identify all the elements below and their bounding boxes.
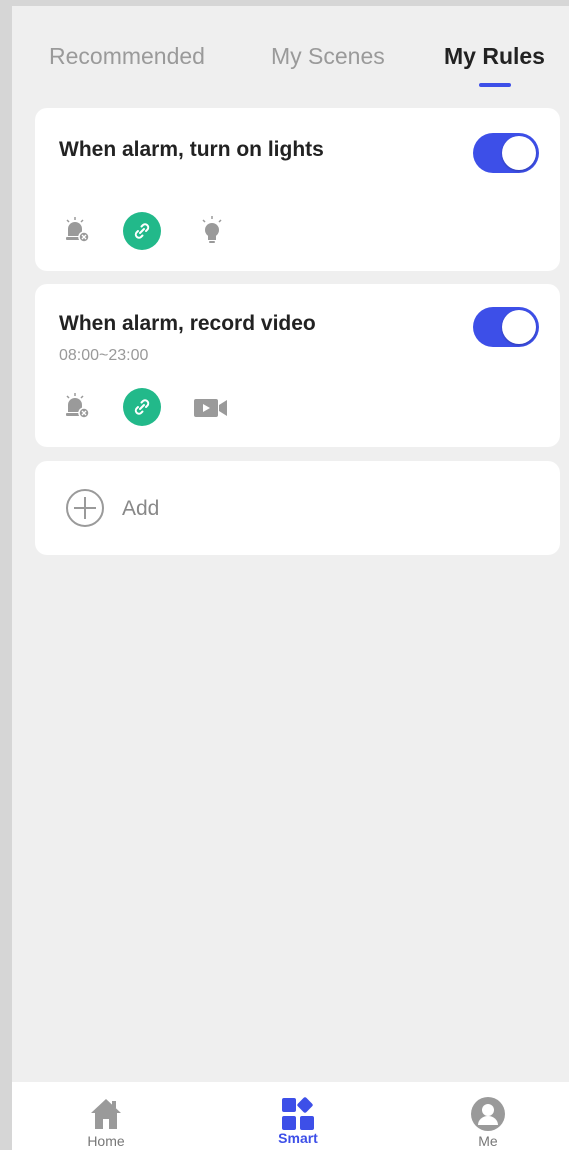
nav-me-label: Me bbox=[478, 1133, 498, 1149]
rule-title: When alarm, record video bbox=[59, 312, 316, 335]
alarm-icon bbox=[66, 393, 90, 419]
rule-enable-toggle[interactable] bbox=[473, 307, 539, 347]
tab-recommended[interactable]: Recommended bbox=[49, 43, 205, 70]
home-icon bbox=[91, 1099, 121, 1129]
profile-icon bbox=[471, 1097, 505, 1131]
light-bulb-icon bbox=[202, 216, 222, 243]
alarm-icon bbox=[66, 217, 90, 243]
toggle-knob bbox=[502, 136, 536, 170]
add-label: Add bbox=[122, 497, 160, 520]
rule-enable-toggle[interactable] bbox=[473, 133, 539, 173]
nav-smart[interactable]: Smart bbox=[238, 1082, 358, 1150]
nav-home[interactable]: Home bbox=[46, 1082, 166, 1150]
toggle-knob bbox=[502, 310, 536, 344]
tab-bar: Recommended My Scenes My Rules bbox=[12, 6, 569, 102]
video-camera-icon bbox=[194, 399, 227, 417]
add-circle-icon bbox=[66, 489, 104, 527]
active-tab-indicator bbox=[479, 83, 511, 87]
tab-my-scenes[interactable]: My Scenes bbox=[271, 43, 385, 70]
rule-schedule: 08:00~23:00 bbox=[59, 347, 149, 364]
link-icon bbox=[123, 212, 161, 250]
nav-home-label: Home bbox=[87, 1133, 125, 1149]
tab-my-rules[interactable]: My Rules bbox=[444, 43, 545, 70]
nav-smart-label: Smart bbox=[278, 1130, 318, 1146]
bottom-navigation: Home Smart Me bbox=[12, 1082, 569, 1150]
add-rule-button[interactable]: Add bbox=[35, 461, 560, 555]
rule-card-lights[interactable]: When alarm, turn on lights bbox=[35, 108, 560, 271]
smart-screen: Recommended My Scenes My Rules When alar… bbox=[12, 6, 569, 1150]
rule-card-record-video[interactable]: When alarm, record video 08:00~23:00 bbox=[35, 284, 560, 447]
link-icon bbox=[123, 388, 161, 426]
nav-me[interactable]: Me bbox=[428, 1082, 548, 1150]
smart-icon bbox=[282, 1097, 314, 1130]
rule-title: When alarm, turn on lights bbox=[59, 138, 324, 161]
